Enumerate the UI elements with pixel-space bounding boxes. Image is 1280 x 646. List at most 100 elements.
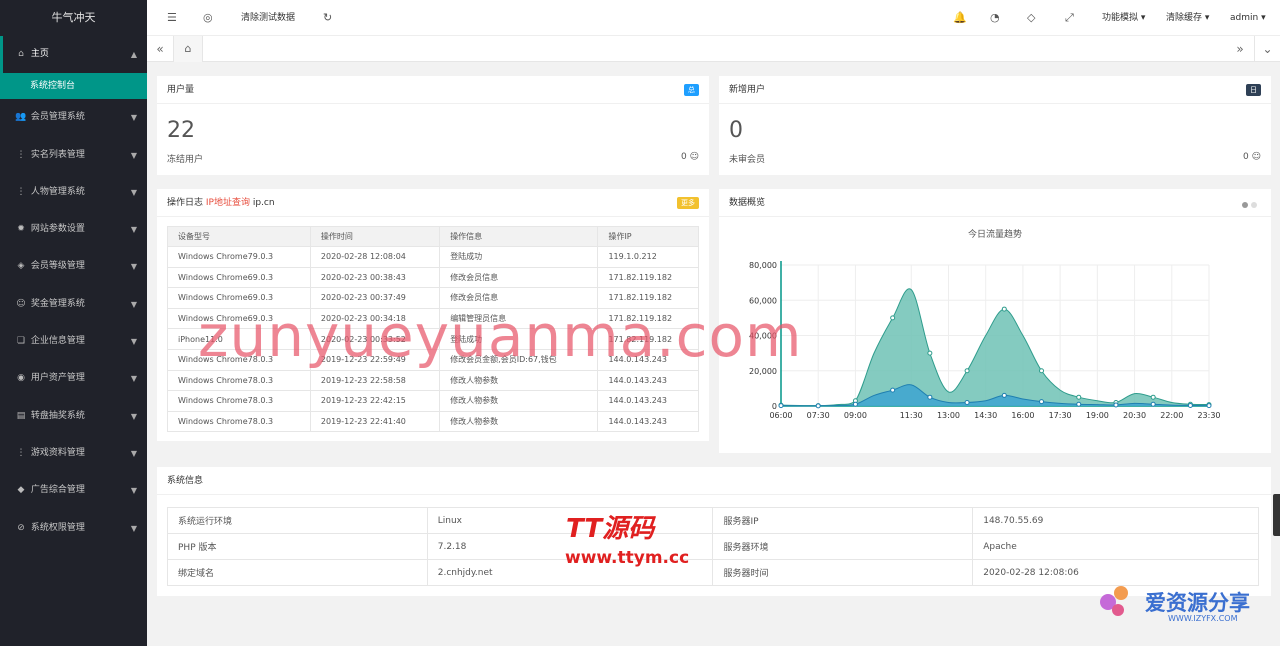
sidebar-subitem-console[interactable]: 系统控制台 — [0, 73, 147, 100]
sidebar-item-4[interactable]: ✹ 网站参数设置 ▼ — [0, 211, 147, 248]
watermark-aiz-url: WWW.IZYFX.COM — [1168, 614, 1238, 623]
x-tick-label: 11:30 — [900, 411, 923, 420]
refresh-icon[interactable]: ↻ — [323, 0, 332, 36]
system-info-title: 系统信息 — [167, 476, 204, 486]
sidebar-item-11[interactable]: ◆ 广告综合管理 ▼ — [0, 472, 147, 509]
frozen-users-label: 冻结用户 — [167, 155, 204, 165]
data-point — [1001, 392, 1007, 398]
table-cell: 148.70.55.69 — [972, 507, 1259, 534]
side-scroll-handle[interactable] — [1273, 494, 1280, 536]
watermark-tt: TT源码 — [566, 514, 655, 544]
table-row: Windows Chrome78.0.3 2019-12-23 22:58:58 修… — [167, 369, 699, 392]
x-tick-label: 20:30 — [1123, 411, 1146, 420]
caret-down-icon: ▼ — [130, 411, 137, 421]
data-point — [890, 387, 896, 393]
table-cell: 144.0.143.243 — [597, 410, 699, 433]
ip-lookup-domain[interactable]: ip.cn — [253, 198, 275, 208]
user-menu[interactable]: admin ▾ — [1230, 0, 1266, 36]
fullscreen-icon[interactable]: ⤢ — [1065, 0, 1074, 36]
dashboard-icon[interactable]: ◔ — [990, 0, 1000, 36]
data-point — [964, 368, 970, 374]
sidebar-item-label: 游戏资料管理 — [30, 447, 85, 458]
sidebar-item-icon: ⋮ — [16, 447, 26, 458]
data-point — [1206, 403, 1212, 409]
new-users-value: 0 — [729, 118, 743, 143]
table-cell: Windows Chrome78.0.3 — [167, 369, 311, 392]
sidebar-item-label: 广告综合管理 — [30, 485, 85, 496]
watermark-main: zunyueyuanma.com — [198, 302, 803, 370]
caret-down-icon: ▼ — [130, 187, 137, 197]
tabs-menu-chevron-down-icon[interactable]: ⌄ — [1254, 36, 1280, 62]
bell-icon[interactable]: 🔔 — [953, 0, 967, 36]
new-users-title: 新增用户 日 — [719, 76, 1271, 104]
sidebar-item-0[interactable]: ⌂ 主页 ▲ — [0, 36, 147, 74]
table-cell: 2020-02-28 12:08:06 — [972, 559, 1259, 586]
caret-down-icon: ▼ — [130, 113, 137, 123]
sidebar-item-7[interactable]: ❏ 企业信息管理 ▼ — [0, 323, 147, 360]
table-cell: 2020-02-23 00:38:43 — [309, 266, 441, 289]
table-cell: 2019-12-23 22:42:15 — [309, 390, 441, 412]
log-column-header: 操作IP — [597, 226, 699, 247]
menu-toggle-icon[interactable]: ☰ — [167, 0, 177, 36]
sidebar-item-2[interactable]: ⋮ 实名列表管理 ▼ — [0, 137, 147, 174]
sidebar-item-label: 系统权限管理 — [30, 522, 85, 533]
table-cell: Windows Chrome79.0.3 — [167, 246, 311, 268]
table-row: 绑定域名 2.cnhjdy.net 服务器时间 2020-02-28 12:08:06 — [167, 559, 1259, 586]
table-row: Windows Chrome78.0.3 2019-12-23 22:41:40 修… — [167, 410, 699, 433]
table-cell: 2019-12-23 22:58:58 — [309, 369, 441, 392]
x-tick-label: 07:30 — [807, 411, 830, 420]
caret-down-icon: ▼ — [130, 150, 137, 160]
clear-test-data-button[interactable]: 清除测试数据 — [241, 0, 295, 36]
sidebar-item-icon: ✹ — [17, 224, 25, 235]
data-point — [1039, 368, 1045, 374]
table-cell: Windows Chrome78.0.3 — [167, 390, 311, 412]
x-tick-label: 09:00 — [844, 411, 867, 420]
sidebar-item-icon: 👥 — [15, 112, 27, 123]
tabs-scroll-left-icon[interactable]: « — [147, 36, 173, 62]
function-simulate-menu[interactable]: 功能模拟 ▾ — [1102, 0, 1145, 36]
operation-log-header: 操作日志 IP地址查询 ip.cn 更多 — [157, 189, 709, 217]
table-cell: 服务器环境 — [712, 533, 974, 560]
data-point — [815, 403, 821, 409]
table-cell: 修改人物参数 — [439, 390, 599, 412]
log-column-header: 操作时间 — [309, 226, 441, 247]
pending-members-label: 未审会员 — [729, 155, 766, 165]
table-cell: 修改人物参数 — [439, 369, 599, 392]
tab-home-icon[interactable]: ⌂ — [173, 36, 203, 62]
sidebar-item-10[interactable]: ⋮ 游戏资料管理 ▼ — [0, 435, 147, 472]
ip-lookup-link[interactable]: IP地址查询 — [206, 198, 250, 208]
brand-title: 牛气冲天 — [51, 11, 96, 24]
top-header: ☰ ◎ 清除测试数据 ↻ 🔔 ◔ ◇ ⤢ 功能模拟 ▾ 清除缓存 ▾ admin… — [147, 0, 1280, 36]
watermark-tt-url: www.ttym.cc — [565, 548, 690, 568]
sidebar-item-label: 网站参数设置 — [30, 224, 85, 235]
sidebar-item-icon: ⋮ — [16, 186, 26, 197]
globe-icon[interactable]: ◎ — [203, 0, 213, 36]
sidebar-item-label: 会员管理系统 — [30, 112, 85, 123]
sidebar-item-1[interactable]: 👥 会员管理系统 ▼ — [0, 99, 147, 136]
table-cell: 2020-02-28 12:08:04 — [309, 246, 441, 268]
clear-cache-menu[interactable]: 清除缓存 ▾ — [1166, 0, 1209, 36]
tag-icon[interactable]: ◇ — [1027, 0, 1035, 36]
total-badge: 总 — [684, 84, 699, 96]
caret-down-icon: ▼ — [130, 299, 137, 309]
table-cell: 119.1.0.212 — [597, 246, 699, 268]
sidebar-item-5[interactable]: ◈ 会员等级管理 ▼ — [0, 248, 147, 285]
tabs-scroll-right-icon[interactable]: » — [1227, 36, 1253, 62]
table-cell: 修改会员信息 — [439, 266, 599, 289]
sidebar-item-9[interactable]: ▤ 转盘抽奖系统 ▼ — [0, 398, 147, 435]
sidebar-item-3[interactable]: ⋮ 人物管理系统 ▼ — [0, 174, 147, 211]
new-users-card: 新增用户 日 0 未审会员 0 ☺ — [719, 76, 1271, 175]
sidebar-item-6[interactable]: ☺ 奖金管理系统 ▼ — [0, 286, 147, 323]
data-point — [1076, 401, 1082, 407]
caret-up-icon: ▲ — [130, 50, 137, 59]
table-cell: 171.82.119.182 — [597, 266, 699, 289]
sidebar-item-8[interactable]: ◉ 用户资产管理 ▼ — [0, 360, 147, 397]
table-cell: Windows Chrome69.0.3 — [167, 266, 311, 289]
y-tick-label: 0 — [772, 402, 777, 411]
caret-down-icon: ▼ — [130, 486, 137, 496]
sidebar-item-label: 人物管理系统 — [30, 186, 85, 197]
more-badge[interactable]: 更多 — [677, 197, 699, 209]
sidebar-item-12[interactable]: ⊘ 系统权限管理 ▼ — [0, 510, 147, 547]
log-column-header: 设备型号 — [167, 226, 311, 247]
data-point — [964, 399, 970, 405]
